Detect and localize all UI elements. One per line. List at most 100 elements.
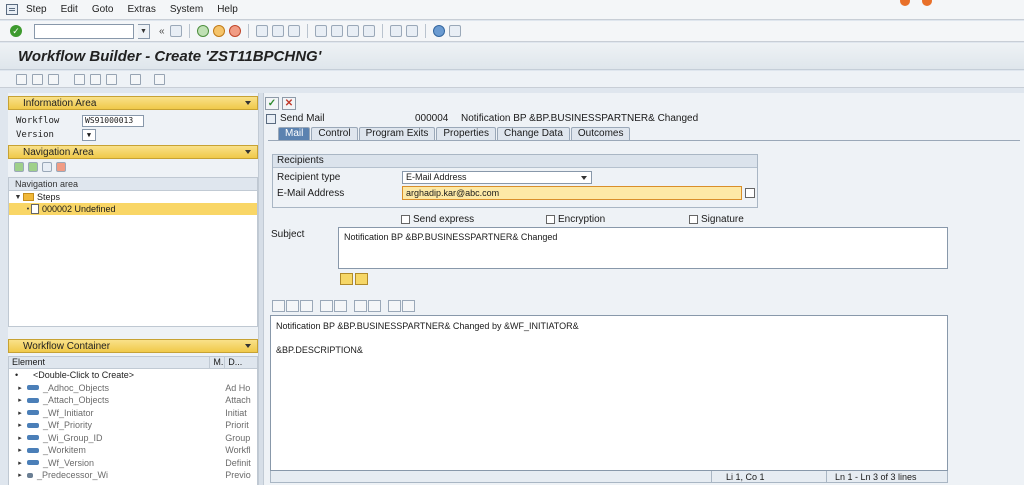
table-row[interactable]: ▸ _Predecessor_Wi Previo [9,469,257,482]
table-row[interactable]: ▸ _Wi_Group_ID Group [9,432,257,445]
print-icon[interactable] [255,25,268,37]
insert-expression-icon[interactable] [340,273,353,285]
save-icon[interactable] [169,25,182,37]
check-icon[interactable] [48,73,59,85]
previous-page-icon[interactable] [330,25,343,37]
last-page-icon[interactable] [362,25,375,37]
signature-option[interactable]: Signature [689,214,744,225]
send-express-option[interactable]: Send express [401,214,474,225]
cancel-icon[interactable] [228,25,241,37]
window-minimize-icon[interactable] [900,0,910,6]
table-row[interactable]: ▸ _Wf_Initiator Initiat [9,407,257,420]
column-m[interactable]: M. [210,357,226,368]
recipient-type-dropdown[interactable]: E-Mail Address [402,171,592,184]
workflow-id-field[interactable]: WS91000013 [82,114,144,127]
test-icon[interactable] [106,73,117,85]
menu-step[interactable]: Step [26,4,47,15]
information-area-header[interactable]: Information Area [8,96,258,110]
expand-triangle-icon[interactable]: ▸ [15,459,25,467]
customize-layout-icon[interactable] [448,25,461,37]
expand-triangle-icon[interactable]: ▸ [15,471,25,479]
expand-triangle-icon[interactable]: ▸ [15,384,25,392]
copy-document-icon[interactable] [32,73,43,85]
tab-control[interactable]: Control [311,127,358,140]
hide-command-field-icon[interactable]: « [159,26,165,37]
tree-node-undefined-step[interactable]: • 000002 Undefined [9,203,257,215]
edit-pencil-icon[interactable] [90,73,101,85]
cancel-button[interactable]: ✕ [282,97,296,110]
activate-icon[interactable] [74,73,85,85]
menu-edit[interactable]: Edit [61,4,78,15]
find-icon[interactable] [271,25,284,37]
enter-icon[interactable]: ✓ [10,25,22,37]
expand-triangle-icon[interactable]: ▼ [13,194,23,201]
expand-triangle-icon[interactable]: ▸ [15,396,25,404]
redo-icon[interactable] [334,300,347,312]
back-icon[interactable] [196,25,209,37]
new-session-icon[interactable] [389,25,402,37]
send-express-checkbox[interactable] [401,215,410,224]
upload-icon[interactable] [388,300,401,312]
transfer-button[interactable]: ✓ [265,97,279,110]
expand-triangle-icon[interactable]: ▸ [15,434,25,442]
copy-icon[interactable] [286,300,299,312]
expand-triangle-icon[interactable]: ▸ [15,409,25,417]
chevron-down-icon[interactable] [581,176,587,180]
arrow-left-icon[interactable] [14,162,24,172]
help-icon[interactable] [432,25,445,37]
tab-properties[interactable]: Properties [436,127,496,140]
cut-icon[interactable] [272,300,285,312]
column-element[interactable]: Element [9,357,211,368]
navigation-area-header[interactable]: Navigation Area [8,145,258,159]
table-row[interactable]: ▸ _Attach_Objects Attach [9,394,257,407]
version-dropdown[interactable]: ▼ [82,128,96,141]
subject-input[interactable]: Notification BP &BP.BUSINESSPARTNER& Cha… [338,227,948,269]
table-row[interactable]: • <Double-Click to Create> [9,369,257,382]
find-next-icon[interactable] [287,25,300,37]
column-d[interactable]: D... [225,357,257,368]
new-document-icon[interactable] [16,73,27,85]
table-row[interactable]: ▸ _Wf_Version Definit [9,457,257,470]
insert-variable-icon[interactable] [355,273,368,285]
email-address-input[interactable]: arghadip.kar@abc.com [402,186,742,200]
menu-help[interactable]: Help [217,4,238,15]
encryption-option[interactable]: Encryption [546,214,605,225]
next-page-icon[interactable] [346,25,359,37]
expand-triangle-icon[interactable]: ▸ [15,446,25,454]
expand-triangle-icon[interactable]: ▸ [15,421,25,429]
print-icon[interactable] [130,73,141,85]
table-row[interactable]: ▸ _Workitem Workfl [9,444,257,457]
download-icon[interactable] [402,300,415,312]
menu-extras[interactable]: Extras [128,4,156,15]
first-page-icon[interactable] [314,25,327,37]
menu-goto[interactable]: Goto [92,4,114,15]
navigation-flag-icon[interactable] [56,162,66,172]
menu-system[interactable]: System [170,4,203,15]
tab-outcomes[interactable]: Outcomes [570,127,631,140]
chevron-down-icon[interactable] [245,101,251,105]
replace-icon[interactable] [368,300,381,312]
navigation-document-icon[interactable] [42,162,52,172]
paste-icon[interactable] [300,300,313,312]
encryption-checkbox[interactable] [546,215,555,224]
exit-icon[interactable] [212,25,225,37]
chevron-down-icon[interactable] [245,344,251,348]
value-help-icon[interactable] [745,188,755,198]
command-field[interactable] [34,23,134,39]
signature-checkbox[interactable] [689,215,698,224]
window-close-icon[interactable] [922,0,932,6]
find-icon[interactable] [354,300,367,312]
display-icon[interactable] [154,73,165,85]
tab-mail[interactable]: Mail [278,127,311,140]
undo-icon[interactable] [320,300,333,312]
arrow-right-icon[interactable] [28,162,38,172]
chevron-down-icon[interactable] [245,150,251,154]
workflow-container-header[interactable]: Workflow Container [8,339,258,353]
system-menu-icon[interactable] [6,4,18,15]
table-row[interactable]: ▸ _Adhoc_Objects Ad Ho [9,382,257,395]
command-history-icon[interactable]: ▼ [138,23,150,39]
tab-program-exits[interactable]: Program Exits [358,127,436,140]
tab-change-data[interactable]: Change Data [496,127,570,140]
table-row[interactable]: ▸ _Wf_Priority Priorit [9,419,257,432]
tree-node-steps[interactable]: ▼ Steps [9,191,257,203]
